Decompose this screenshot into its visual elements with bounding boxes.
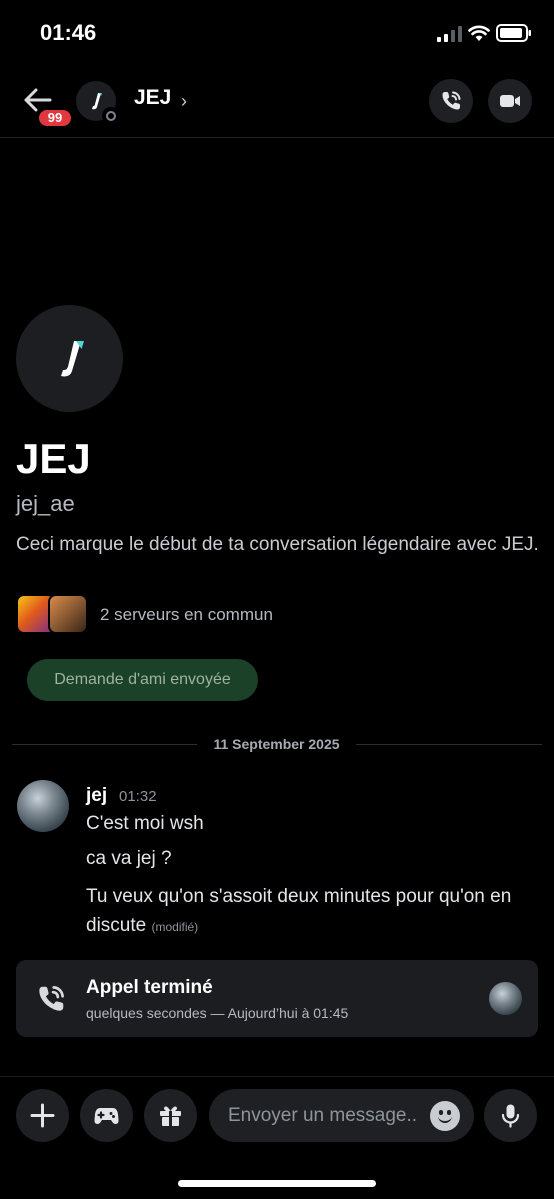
message-input-bar: [0, 1076, 554, 1156]
cellular-signal-icon: [437, 26, 462, 42]
battery-icon: [496, 24, 531, 42]
wifi-icon: [468, 25, 490, 41]
emoji-icon[interactable]: [430, 1101, 460, 1131]
notification-badge: 99: [37, 108, 73, 128]
friend-request-sent-button[interactable]: Demande d'ami envoyée: [27, 659, 258, 701]
chat-header: 99 JEJ ›: [0, 66, 554, 138]
emoji-mouth: [438, 1116, 452, 1123]
gift-icon: [160, 1106, 181, 1126]
conversation-intro-text: Ceci marque le début de ta conversation …: [16, 534, 539, 555]
jej-logo-icon: [61, 341, 84, 377]
home-indicator[interactable]: [178, 1180, 376, 1187]
edited-label: (modifié): [151, 920, 199, 934]
add-attachment-button[interactable]: [16, 1089, 69, 1142]
video-call-button[interactable]: [488, 79, 532, 123]
date-divider: 11 September 2025: [12, 734, 542, 754]
profile-name: JEJ: [16, 435, 91, 482]
voice-call-button[interactable]: [429, 79, 473, 123]
gift-button[interactable]: [144, 1089, 197, 1142]
video-camera-icon: [500, 95, 520, 107]
microphone-icon: [501, 1104, 520, 1128]
call-participant-avatar: [489, 982, 522, 1015]
jej-logo-icon: [92, 93, 102, 110]
call-title: Appel terminé: [86, 977, 213, 998]
chevron-right-icon[interactable]: ›: [181, 91, 187, 112]
message-text-content: Tu veux qu'on s'assoit deux minutes pour…: [86, 886, 512, 936]
message-timestamp: 01:32: [119, 788, 157, 805]
mutual-servers-text[interactable]: 2 serveurs en commun: [100, 605, 273, 625]
server-icon: [48, 594, 88, 634]
profile-username: jej_ae: [16, 491, 75, 516]
activities-button[interactable]: [80, 1089, 133, 1142]
profile-avatar[interactable]: [16, 305, 123, 412]
contact-name[interactable]: JEJ: [134, 86, 171, 110]
offline-status-indicator: [102, 107, 120, 125]
phone-call-icon: [39, 986, 64, 1011]
message-author-avatar[interactable]: [17, 780, 69, 832]
status-bar: 01:46: [0, 0, 554, 66]
voice-message-button[interactable]: [484, 1089, 537, 1142]
call-subtitle: quelques secondes — Aujourd’hui à 01:45: [86, 1005, 349, 1021]
divider-line: [12, 744, 197, 745]
mutual-servers-icons[interactable]: [16, 594, 92, 634]
phone-call-icon: [442, 91, 461, 110]
call-ended-card[interactable]: Appel terminé quelques secondes — Aujour…: [16, 960, 538, 1037]
divider-date: 11 September 2025: [213, 736, 340, 752]
message-author[interactable]: jej: [86, 785, 107, 807]
status-time: 01:46: [40, 20, 97, 45]
gamepad-icon: [94, 1108, 119, 1124]
message-text[interactable]: C'est moi wsh: [86, 813, 204, 835]
plus-icon: [30, 1103, 55, 1128]
divider-line: [356, 744, 542, 745]
message-text[interactable]: Tu veux qu'on s'assoit deux minutes pour…: [86, 882, 541, 942]
message-text[interactable]: ca va jej ?: [86, 848, 172, 870]
